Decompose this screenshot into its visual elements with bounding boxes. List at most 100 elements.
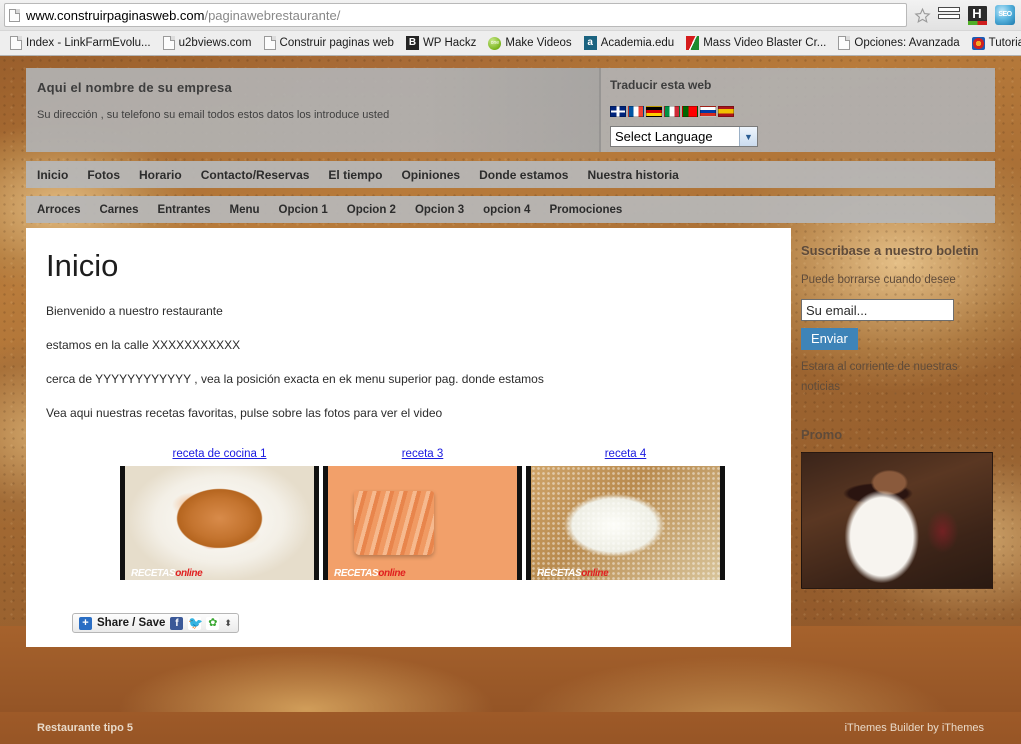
location-paragraph: cerca de YYYYYYYYYYYY , vea la posición … [46,372,544,386]
bookmark-label: Opciones: Avanzada [854,37,960,49]
nav-item-arroces[interactable]: Arroces [37,204,90,216]
flag-germany-icon[interactable] [646,106,662,117]
recipe-gallery: receta de cocina 1 RECETASonline receta … [120,448,771,580]
facebook-icon[interactable]: f [170,616,184,630]
page-icon [263,36,276,50]
sharethis-icon[interactable]: ✿ [206,616,220,630]
flag-portugal-icon[interactable] [682,106,698,117]
language-select-value: Select Language [615,129,713,144]
flag-spain-icon[interactable] [718,106,734,117]
footer-left: Restaurante tipo 5 Copyright © 2012 Todo… [26,722,278,744]
url-host: www.construirpaginasweb.com [26,7,205,23]
translate-title: Traducir esta web [610,78,712,92]
footer-right: iThemes Builder by iThemes Desarrollado … [845,722,995,744]
share-save-widget[interactable]: + Share / Save f 🐦 ✿ ⬍ [72,613,239,633]
recipe-link-4[interactable]: receta 4 [526,448,725,460]
bookmarks-bar: Index - LinkFarmEvolu... u2bviews.com Co… [0,30,1021,55]
bookmark-item[interactable]: a Academia.edu [578,32,681,54]
nav-item-fotos[interactable]: Fotos [87,168,130,182]
make-videos-icon [488,36,502,50]
flag-italy-icon[interactable] [664,106,680,117]
email-input[interactable]: Su email... [801,299,954,322]
secondary-navigation: Arroces Carnes Entrantes Menu Opcion 1 O… [26,196,995,223]
plus-icon: + [79,616,92,630]
language-select[interactable]: Select Language ▼ [610,126,758,147]
bookmark-star-icon[interactable] [909,3,935,27]
nav-item-donde-estamos[interactable]: Donde estamos [479,168,578,182]
site-container: Aqui el nombre de su empresa Su direcció… [26,68,995,647]
send-button[interactable]: Enviar [801,328,858,351]
newsletter-note: Puede borrarse cuando desee [801,273,956,286]
recipe-card: receta de cocina 1 RECETASonline [120,448,319,580]
page-icon [10,36,22,50]
seo-extension-icon[interactable]: SEO [991,0,1019,30]
bookmark-label: Make Videos [505,37,572,49]
nav-item-nuestra-historia[interactable]: Nuestra historia [587,168,688,182]
recipe-thumbnail-4[interactable]: RECETASonline [526,466,725,580]
recipe-watermark: RECETASonline [334,568,406,579]
bookmark-label: Tutorials [988,37,1021,49]
address-bar[interactable]: www.construirpaginasweb.com/paginawebres… [4,3,907,27]
nav-item-entrantes[interactable]: Entrantes [157,204,220,216]
browser-chrome: www.construirpaginasweb.com/paginawebres… [0,0,1021,56]
tutorials-icon [971,36,985,50]
browser-toolbar: www.construirpaginasweb.com/paginawebres… [0,0,1021,30]
h-extension-icon[interactable]: H [963,0,991,30]
body-columns: Inicio Bienvenido a nuestro restaurante … [26,228,995,647]
welcome-paragraph: Bienvenido a nuestro restaurante [46,304,223,318]
translate-widget: Traducir esta web Select Language ▼ [599,68,995,152]
footer-builder-credit: iThemes Builder by iThemes [844,722,984,734]
bookmark-item[interactable]: Tutorials [966,32,1021,54]
page-icon [9,8,20,22]
mass-video-blaster-icon [686,36,700,50]
url-path: /paginawebrestaurante/ [204,7,341,23]
nav-item-opcion-1[interactable]: Opcion 1 [279,204,338,216]
recipe-link-1[interactable]: receta de cocina 1 [120,448,319,460]
recipe-card: receta 4 RECETASonline [526,448,725,580]
bookmark-label: Index - LinkFarmEvolu... [26,37,151,49]
nav-item-opiniones[interactable]: Opiniones [401,168,470,182]
bookmark-item[interactable]: u2bviews.com [157,32,258,54]
language-select-wrapper: Select Language ▼ [610,126,995,147]
bookmark-item[interactable]: Construir paginas web [258,32,400,54]
nav-item-promociones[interactable]: Promociones [549,204,632,216]
recipe-thumbnail-1[interactable]: RECETASonline [120,466,319,580]
bookmark-item[interactable]: Index - LinkFarmEvolu... [4,32,157,54]
recipe-thumbnail-3[interactable]: RECETASonline [323,466,522,580]
web-page: Aqui el nombre de su empresa Su direcció… [0,56,1021,744]
flag-russia-icon[interactable] [700,106,716,117]
twitter-icon[interactable]: 🐦 [188,616,203,630]
nav-item-horario[interactable]: Horario [139,168,192,182]
recipe-link-3[interactable]: receta 3 [323,448,522,460]
footer-inner: Restaurante tipo 5 Copyright © 2012 Todo… [26,712,995,744]
bookmark-item[interactable]: Mass Video Blaster Cr... [680,32,832,54]
newsletter-footnote: Estara al corriente de nuestras noticias [801,361,958,393]
nav-item-inicio[interactable]: Inicio [37,168,78,182]
nav-item-menu[interactable]: Menu [230,204,270,216]
address-paragraph: estamos en la calle XXXXXXXXXXX [46,338,241,352]
flag-france-icon[interactable] [628,106,644,117]
bookmark-item[interactable]: B WP Hackz [400,32,482,54]
page-icon [838,36,851,50]
nav-item-carnes[interactable]: Carnes [99,204,148,216]
bookmark-item[interactable]: Opciones: Avanzada [832,32,965,54]
promo-image[interactable] [801,452,993,590]
nav-item-opcion-4[interactable]: opcion 4 [483,204,540,216]
academia-icon: a [583,36,597,50]
page-icon [162,36,175,50]
bookmark-label: Academia.edu [600,37,675,49]
share-more-chevron-icon[interactable]: ⬍ [224,618,232,628]
nav-item-opcion-3[interactable]: Opcion 3 [415,204,474,216]
nav-item-contacto-reservas[interactable]: Contacto/Reservas [201,168,320,182]
bookmark-label: u2bviews.com [178,37,252,49]
promo-title: Promo [801,427,843,443]
nav-item-opcion-2[interactable]: Opcion 2 [347,204,406,216]
recipe-watermark: RECETASonline [537,568,609,579]
flag-uk-icon[interactable] [610,106,626,117]
chevron-down-icon: ▼ [739,127,757,146]
flag-list [610,106,995,117]
primary-navigation: Inicio Fotos Horario Contacto/Reservas E… [26,161,995,188]
bookmark-item[interactable]: Make Videos [482,32,577,54]
nav-item-el-tiempo[interactable]: El tiempo [328,168,392,182]
reading-list-icon[interactable] [935,0,963,30]
